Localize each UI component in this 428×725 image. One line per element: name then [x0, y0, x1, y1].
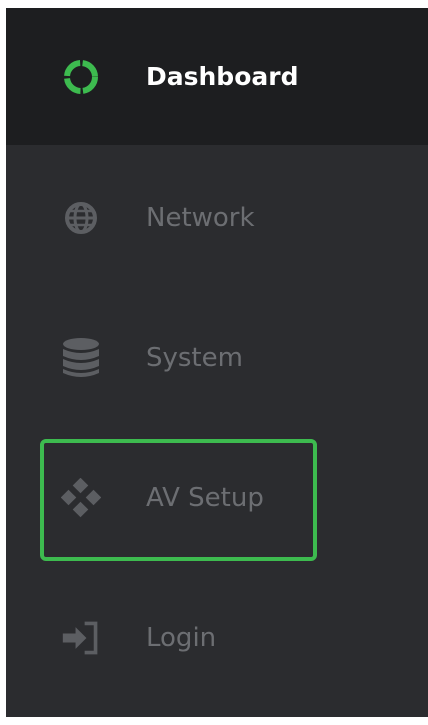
globe-icon [61, 198, 101, 238]
sign-in-icon [61, 618, 101, 658]
nav-item-system[interactable]: System [6, 288, 428, 428]
nav-item-dashboard[interactable]: Dashboard [6, 8, 428, 145]
sidebar-nav: Dashboard Network System AV Setup Login [6, 8, 428, 717]
selection-highlight-box [40, 439, 317, 561]
nav-item-network[interactable]: Network [6, 148, 428, 288]
nav-label-dashboard: Dashboard [146, 62, 299, 91]
database-icon [61, 338, 101, 378]
nav-item-login[interactable]: Login [6, 568, 428, 708]
dashboard-ring-icon [61, 57, 101, 97]
nav-label-system: System [146, 343, 243, 373]
nav-label-login: Login [146, 623, 217, 653]
nav-label-network: Network [146, 203, 255, 233]
